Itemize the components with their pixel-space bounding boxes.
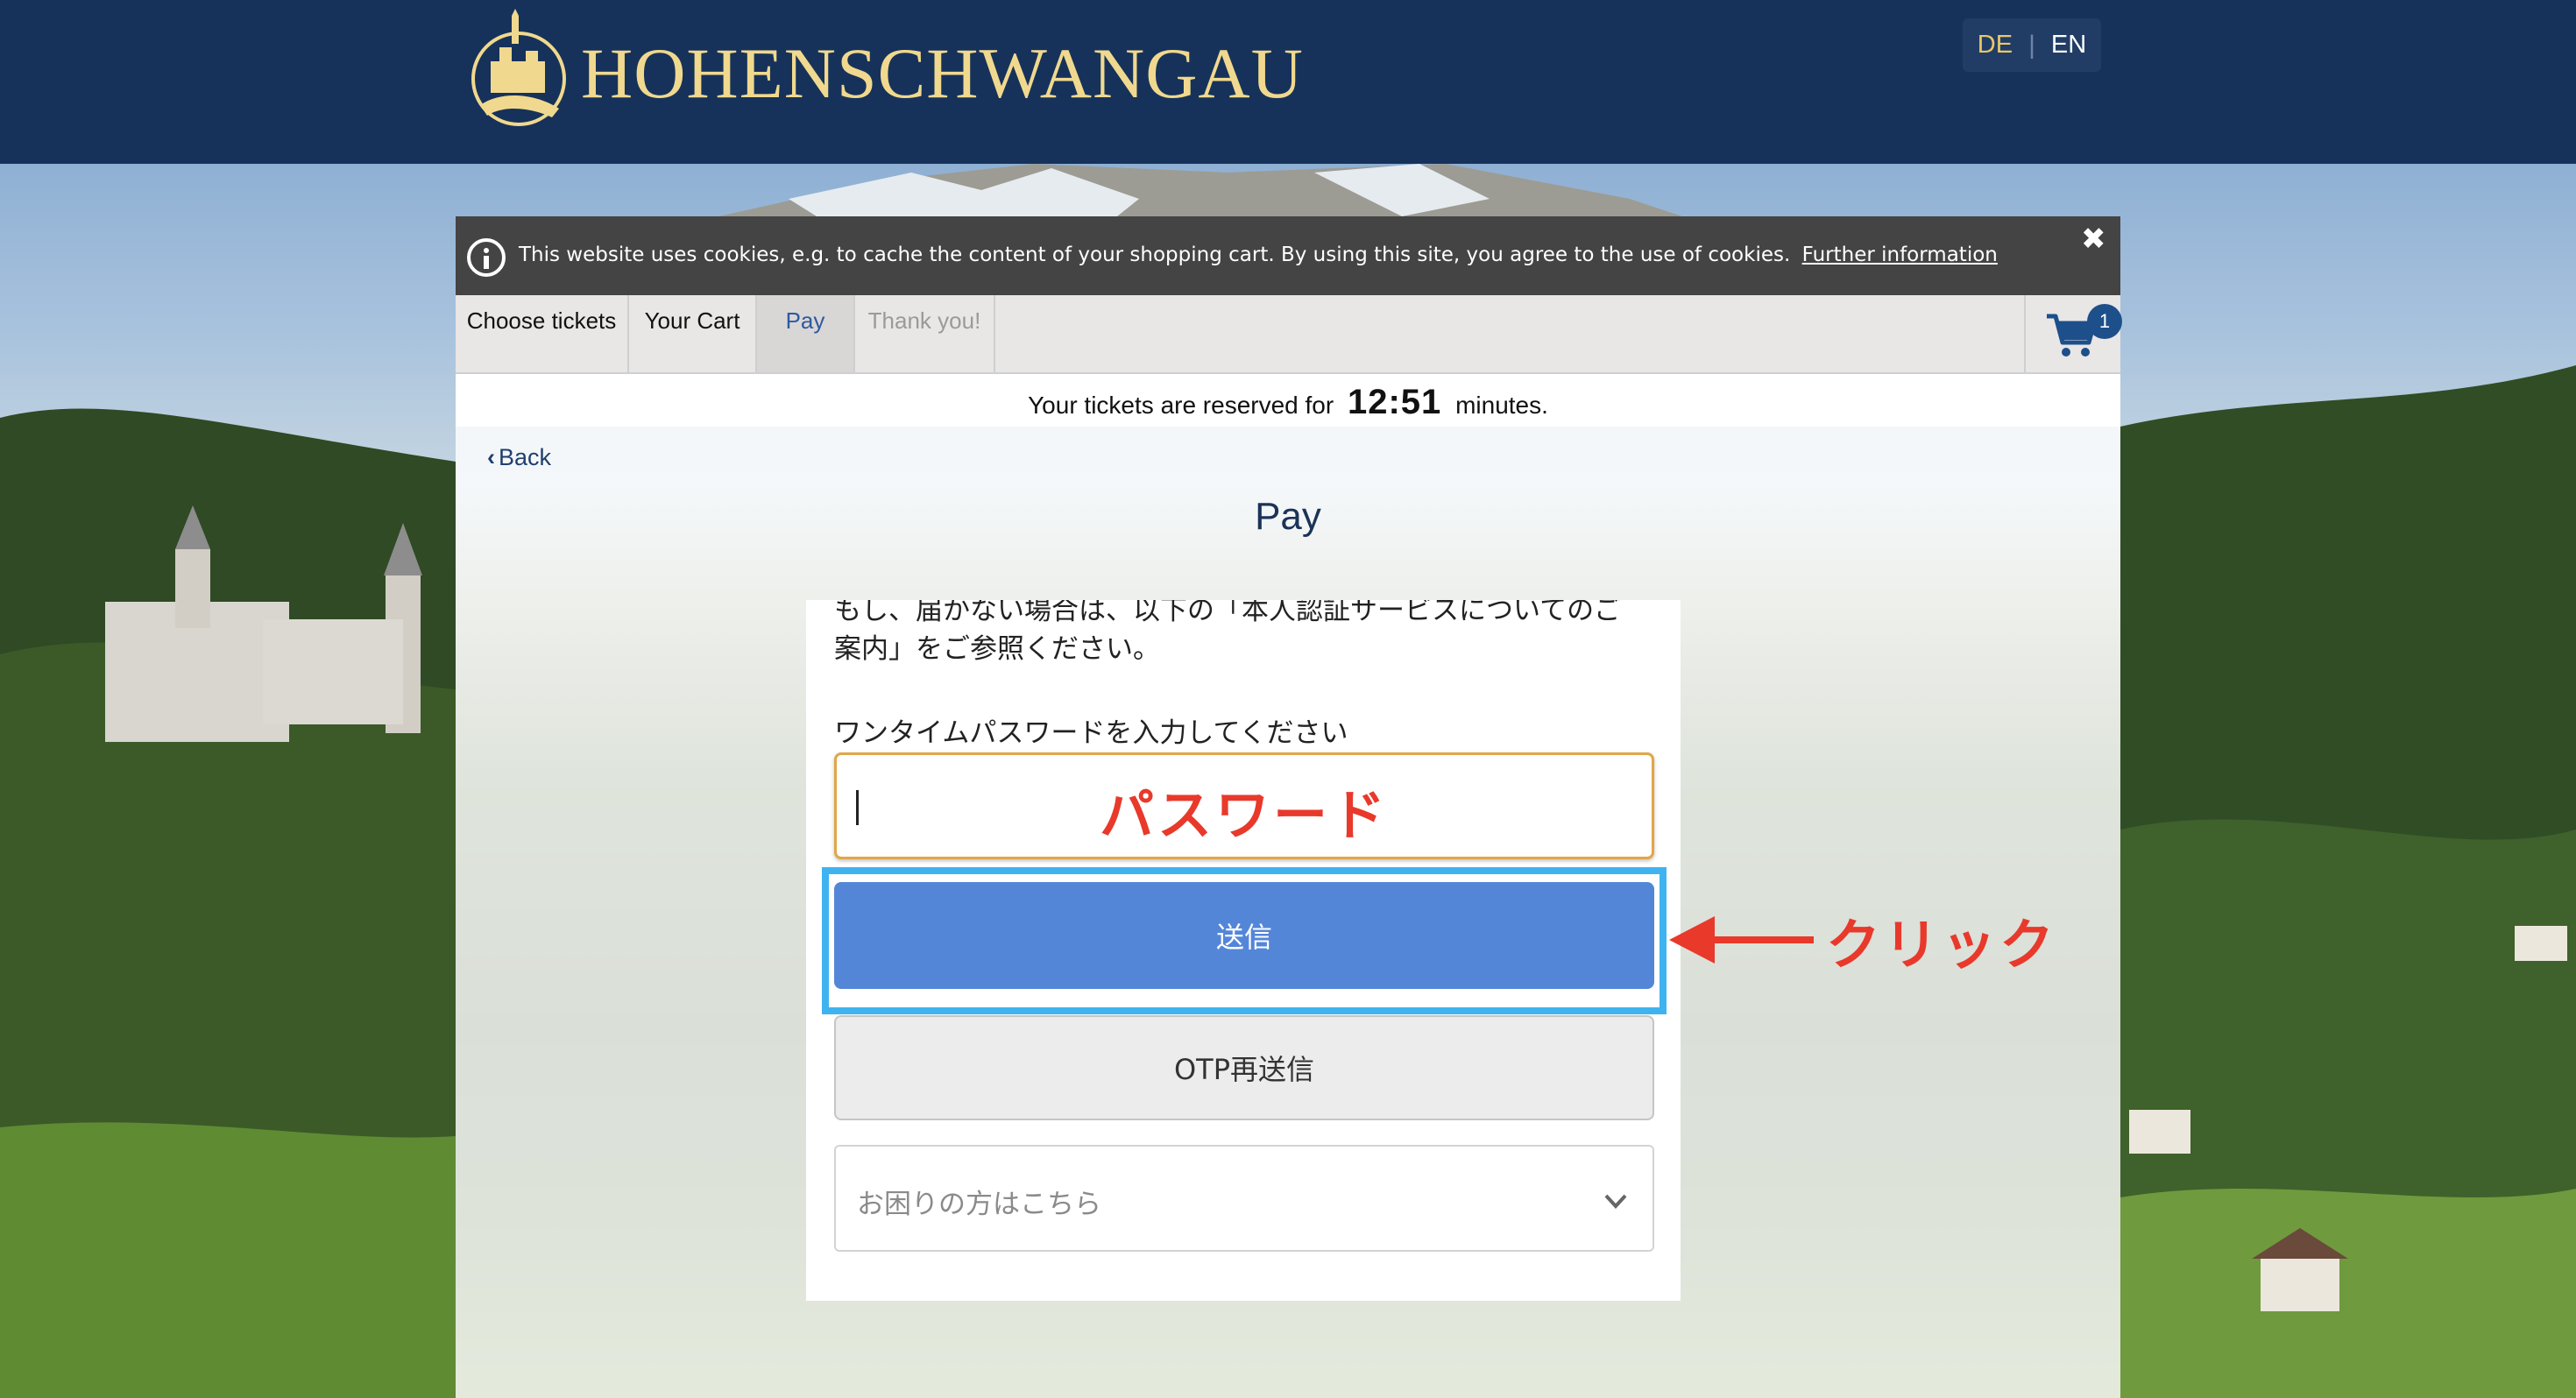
timer-prefix: Your tickets are reserved for xyxy=(1028,392,1334,419)
brand-title[interactable]: HOHENSCHWANGAU xyxy=(581,30,1304,117)
submit-button[interactable]: 送信 xyxy=(834,882,1654,989)
back-label: Back xyxy=(499,444,552,470)
back-link[interactable]: ‹ Back xyxy=(487,444,551,471)
help-accordion[interactable]: お困りの方はこちら xyxy=(834,1145,1654,1252)
language-switcher: DE | EN xyxy=(1963,18,2101,72)
otp-info-text-2: 案内」をご参照ください。 xyxy=(834,633,1160,665)
cart-count-badge: 1 xyxy=(2087,304,2122,339)
otp-input-label: ワンタイムパスワードを入力してください xyxy=(834,717,1348,749)
page-title: Pay xyxy=(1255,495,1321,538)
cookie-message: This website uses cookies, e.g. to cache… xyxy=(519,244,1998,266)
lang-de-link[interactable]: DE xyxy=(1978,31,2013,60)
info-icon xyxy=(467,238,506,277)
lang-separator: | xyxy=(2028,30,2035,60)
site-header: HOHENSCHWANGAU DE | EN xyxy=(0,0,2576,164)
resend-otp-button[interactable]: OTP再送信 xyxy=(834,1015,1654,1120)
cookie-banner: This website uses cookies, e.g. to cache… xyxy=(456,216,2120,295)
help-label: お困りの方はこちら xyxy=(857,1189,1101,1220)
timer-suffix: minutes. xyxy=(1455,392,1548,419)
chevron-down-icon xyxy=(1604,1194,1627,1209)
click-annotation: クリック xyxy=(1826,913,2058,977)
tab-thank-you: Thank you! xyxy=(855,295,995,372)
chevron-left-icon: ‹ xyxy=(487,444,495,470)
castle-logo-icon[interactable] xyxy=(468,9,571,130)
checkout-steps: Choose tickets Your Cart Pay Thank you! … xyxy=(456,295,2122,374)
tab-choose-tickets[interactable]: Choose tickets xyxy=(456,295,629,372)
cookie-text: This website uses cookies, e.g. to cache… xyxy=(519,244,1791,266)
cookie-info-link[interactable]: Further information xyxy=(1802,244,1998,266)
arrow-left-icon xyxy=(1669,916,1814,964)
close-icon[interactable]: ✖ xyxy=(2081,222,2106,257)
lang-en-link[interactable]: EN xyxy=(2051,31,2086,60)
reservation-timer: Your tickets are reserved for 12:51 minu… xyxy=(456,374,2120,427)
checkout-panel: This website uses cookies, e.g. to cache… xyxy=(456,216,2122,1398)
timer-value: 12:51 xyxy=(1347,383,1442,421)
otp-password-input[interactable]: パスワード xyxy=(834,752,1654,859)
otp-frame: もし、届かない場合は、以下の「本人認証サービスについてのご 案内」をご参照くださ… xyxy=(806,600,1681,1301)
otp-info-text-1: もし、届かない場合は、以下の「本人認証サービスについてのご xyxy=(834,600,1622,626)
tab-pay[interactable]: Pay xyxy=(757,295,855,372)
password-annotation: パスワード xyxy=(1099,783,1389,847)
cart-button[interactable]: 1 xyxy=(2024,295,2122,372)
tab-your-cart[interactable]: Your Cart xyxy=(629,295,757,372)
